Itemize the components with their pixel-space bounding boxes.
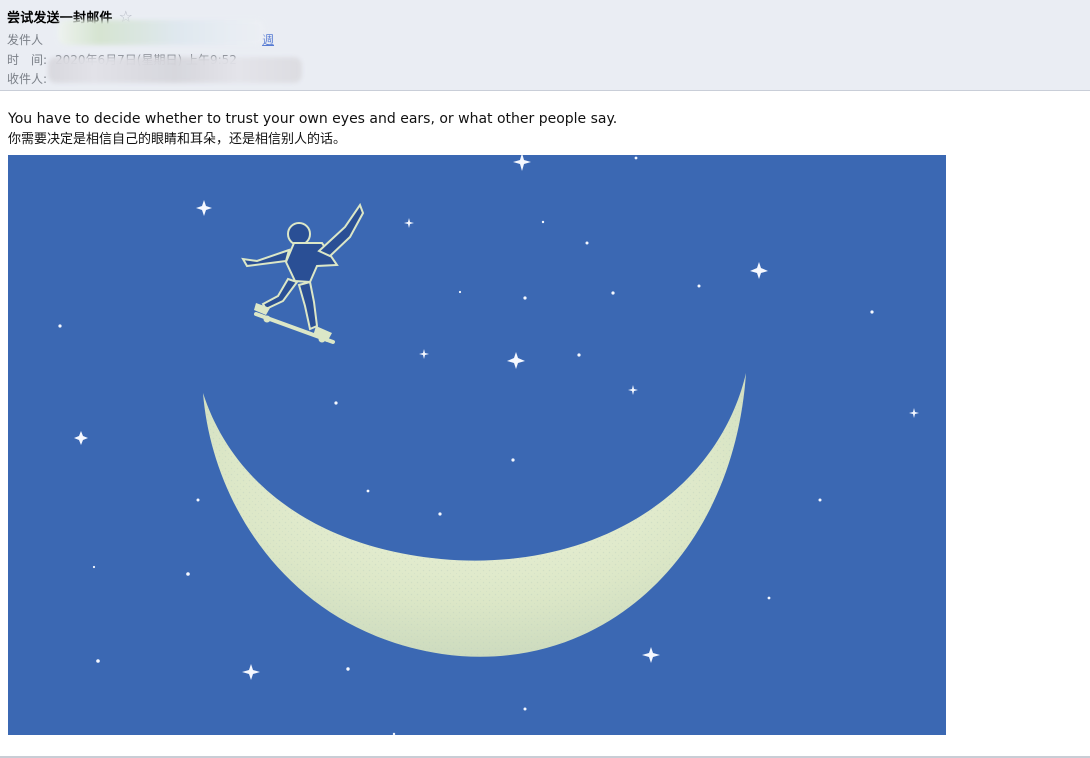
star-dot <box>767 596 771 600</box>
star-dot <box>577 353 581 357</box>
star-dot <box>697 284 701 288</box>
star-dot <box>523 296 527 300</box>
star-dot <box>611 291 615 295</box>
star-dot <box>458 290 462 294</box>
recipient-row: 收件人: <box>7 70 49 86</box>
star-dot <box>96 659 100 663</box>
message-chinese-line: 你需要决定是相信自己的眼睛和耳朵，还是相信别人的话。 <box>8 132 347 147</box>
star-dot <box>523 707 527 711</box>
star-dot <box>634 156 638 160</box>
star-dot <box>92 565 96 569</box>
message-body: You have to decide whether to trust your… <box>8 109 988 149</box>
star-dot <box>541 220 545 224</box>
star-dot <box>346 667 350 671</box>
star-dot <box>818 498 822 502</box>
recipient-label: 收件人: <box>7 71 48 86</box>
star-dot <box>585 241 589 245</box>
star-dot <box>334 401 338 405</box>
star-dot <box>186 572 190 576</box>
email-header: 尝试发送一封邮件 ☆ 发件人 週 时 间: 2020年6月7日(星期日) 上午9… <box>0 0 1090 91</box>
star-dot <box>366 489 370 493</box>
sender-label: 发件人 <box>7 32 44 47</box>
sender-row: 发件人 <box>7 31 49 47</box>
moon-skater-illustration <box>8 155 946 735</box>
star-dot <box>870 310 874 314</box>
email-view: 尝试发送一封邮件 ☆ 发件人 週 时 间: 2020年6月7日(星期日) 上午9… <box>0 0 1090 758</box>
redacted-sender-block <box>58 20 264 45</box>
star-dot <box>438 512 442 516</box>
message-english-line: You have to decide whether to trust your… <box>8 111 618 127</box>
star-dot <box>58 324 62 328</box>
star-dot <box>511 458 515 462</box>
redacted-recipient-block <box>48 57 302 83</box>
star-dot <box>196 498 200 502</box>
